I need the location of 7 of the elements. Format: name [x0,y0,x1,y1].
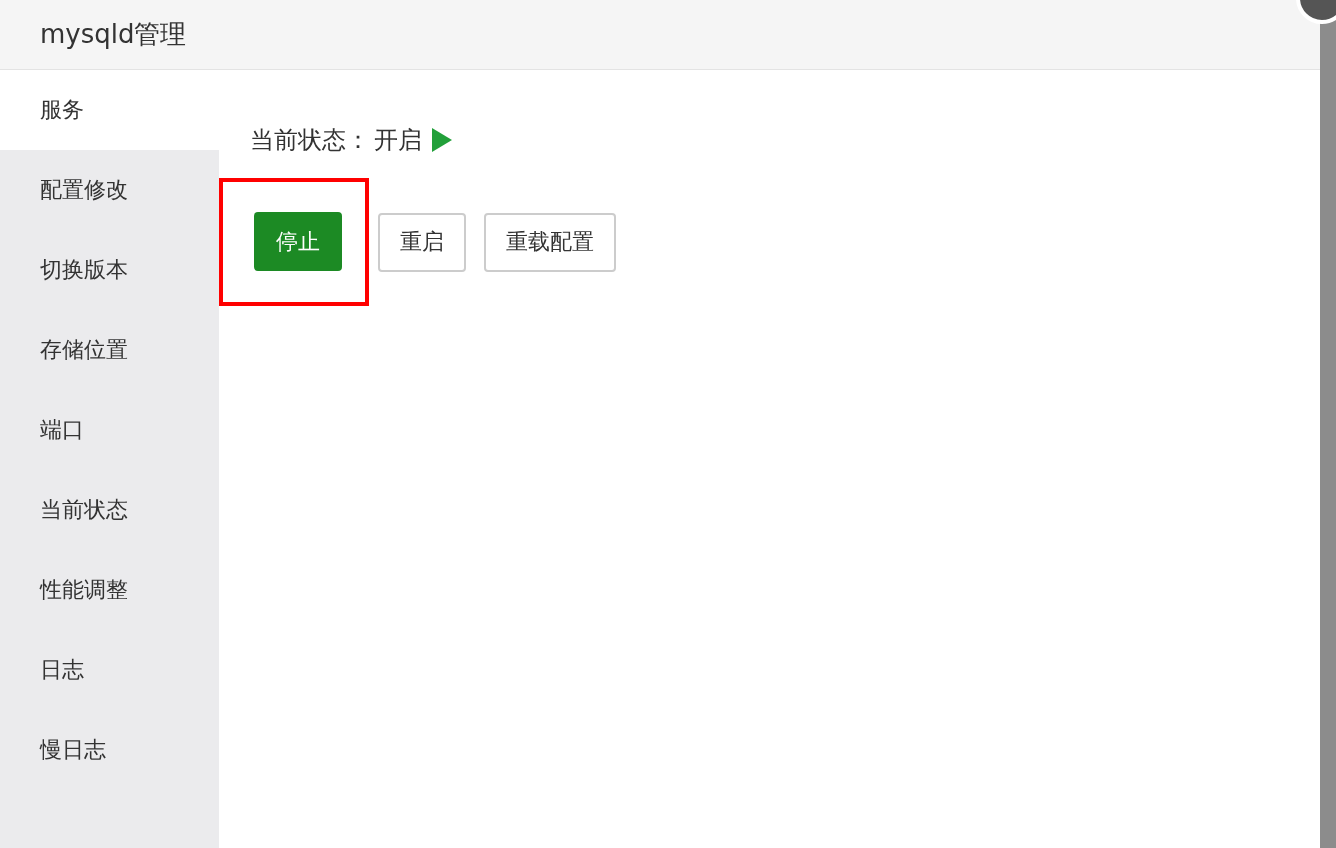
sidebar-item[interactable]: 服务 [0,70,219,150]
status-label: 当前状态： [250,125,370,156]
action-button[interactable]: 重启 [378,212,466,272]
dialog-title: mysqld管理 [40,18,187,51]
action-button[interactable]: 重载配置 [484,212,616,272]
status-value: 开启 [374,125,422,156]
action-button[interactable]: 停止 [254,212,342,271]
